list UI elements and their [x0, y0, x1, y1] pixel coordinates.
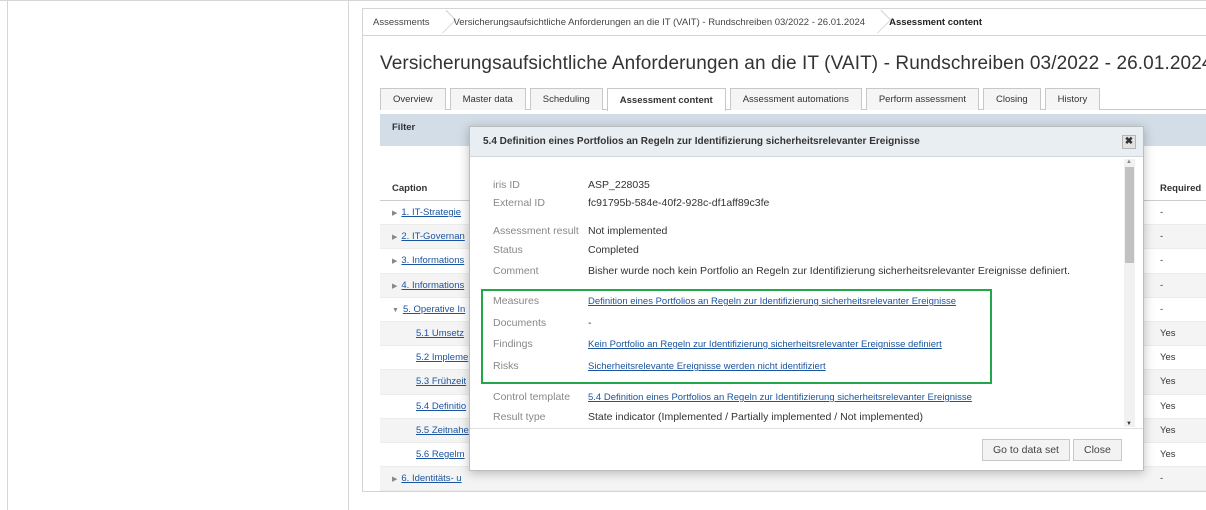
- row-required-value: -: [1160, 231, 1164, 243]
- page-title: Versicherungsaufsichtliche Anforderungen…: [380, 53, 1206, 74]
- control-template-link[interactable]: 5.4 Definition eines Portfolios an Regel…: [588, 392, 972, 403]
- field-value: fc91795b-584e-40f2-928c-df1aff89c3fe: [588, 197, 770, 209]
- row-required-value: -: [1160, 473, 1164, 485]
- filter-label: Filter: [392, 122, 416, 133]
- field-label: Status: [493, 244, 523, 256]
- tab-perform-assessment[interactable]: Perform assessment: [865, 88, 979, 110]
- row-required-value: Yes: [1160, 376, 1176, 388]
- close-button[interactable]: Close: [1073, 439, 1122, 461]
- row-caption-link[interactable]: ▼ 5. Operative In: [392, 304, 465, 315]
- row-caption-text: 6. Identitäts- u: [401, 473, 462, 485]
- tab-history[interactable]: History: [1044, 88, 1101, 110]
- row-caption-link[interactable]: ▶ 1. IT-Strategie: [392, 207, 461, 218]
- left-divider: [7, 0, 8, 510]
- row-required-value: Yes: [1160, 448, 1176, 460]
- triangle-down-icon[interactable]: ▼: [392, 307, 399, 314]
- tab-assessment-content[interactable]: Assessment content: [606, 88, 726, 111]
- row-caption-link[interactable]: 5.1 Umsetz: [416, 328, 464, 339]
- triangle-right-icon[interactable]: ▶: [392, 233, 397, 241]
- field-label: Result type: [493, 411, 546, 423]
- field-label: iris ID: [493, 179, 520, 191]
- field-value: Bisher wurde noch kein Portfolio an Rege…: [588, 265, 1071, 277]
- scroll-up-icon[interactable]: ▲: [1126, 159, 1132, 165]
- row-caption-link[interactable]: ▶ 6. Identitäts- u: [392, 473, 462, 484]
- field-value: Not implemented: [588, 225, 668, 237]
- triangle-right-icon[interactable]: ▶: [392, 475, 397, 483]
- breadcrumb-item-assessments[interactable]: Assessments: [363, 9, 444, 36]
- row-caption-text: 5.6 Regelm: [416, 448, 465, 460]
- field-label: Control template: [493, 391, 571, 403]
- triangle-right-icon[interactable]: ▶: [392, 282, 397, 290]
- row-caption-link[interactable]: ▶ 2. IT-Governan: [392, 231, 465, 242]
- row-caption-text: 5.5 Zeitnahe: [416, 424, 469, 436]
- row-required-value: Yes: [1160, 327, 1176, 339]
- row-caption-text: 2. IT-Governan: [401, 231, 465, 243]
- panel-divider: [348, 0, 349, 510]
- column-header-required[interactable]: Required: [1160, 183, 1201, 194]
- row-caption-link[interactable]: 5.2 Impleme: [416, 352, 468, 363]
- row-caption-text: 3. Informations: [401, 255, 465, 267]
- close-icon[interactable]: ✖: [1122, 135, 1136, 149]
- row-required-value: Yes: [1160, 400, 1176, 412]
- field-value: State indicator (Implemented / Partially…: [588, 411, 923, 423]
- row-required-value: -: [1160, 255, 1164, 267]
- row-caption-text: 5.2 Impleme: [416, 352, 469, 364]
- dialog-title: 5.4 Definition eines Portfolios an Regel…: [483, 136, 920, 147]
- highlight-box: [481, 289, 992, 384]
- tab-assessment-automations[interactable]: Assessment automations: [729, 88, 862, 110]
- scroll-down-icon[interactable]: ▼: [1126, 421, 1132, 427]
- row-caption-text: 5.3 Frühzeit: [416, 376, 467, 388]
- dialog-scrollbar[interactable]: ▲ ▼: [1124, 159, 1135, 427]
- outer-top-border: [0, 0, 1206, 1]
- row-required-value: Yes: [1160, 352, 1176, 364]
- row-required-value: -: [1160, 303, 1164, 315]
- row-required-value: -: [1160, 207, 1164, 218]
- row-caption-link[interactable]: 5.4 Definitio: [416, 401, 466, 412]
- go-to-data-set-button[interactable]: Go to data set: [982, 439, 1070, 461]
- row-caption-text: 4. Informations: [401, 279, 465, 291]
- row-caption-link[interactable]: 5.6 Regelm: [416, 449, 465, 460]
- row-caption-text: 5.1 Umsetz: [416, 327, 465, 339]
- tab-master-data[interactable]: Master data: [449, 88, 526, 110]
- dialog-header[interactable]: 5.4 Definition eines Portfolios an Regel…: [470, 127, 1143, 157]
- tab-bar: Overview Master data Scheduling Assessme…: [380, 88, 1206, 111]
- row-required-value: Yes: [1160, 424, 1176, 436]
- field-label: Assessment result: [493, 225, 579, 237]
- row-caption-link[interactable]: ▶ 3. Informations: [392, 255, 464, 266]
- field-label: External ID: [493, 197, 545, 209]
- breadcrumb-item-current: Assessment content: [889, 16, 982, 28]
- row-caption-link[interactable]: 5.5 Zeitnahe: [416, 425, 469, 436]
- breadcrumb-item-assessment[interactable]: Versicherungsaufsichtliche Anforderungen…: [444, 9, 880, 36]
- field-value: ASP_228035: [588, 179, 650, 191]
- tab-closing[interactable]: Closing: [982, 88, 1041, 110]
- triangle-right-icon[interactable]: ▶: [392, 257, 397, 265]
- field-label: Comment: [493, 265, 539, 277]
- row-caption-link[interactable]: 5.3 Frühzeit: [416, 376, 466, 387]
- row-caption-link[interactable]: ▶ 4. Informations: [392, 280, 464, 291]
- row-caption-text: 1. IT-Strategie: [401, 207, 462, 218]
- dialog-footer: Go to data set Close: [470, 428, 1143, 470]
- tab-overview[interactable]: Overview: [380, 88, 446, 110]
- tab-scheduling[interactable]: Scheduling: [529, 88, 603, 110]
- row-caption-text: 5.4 Definitio: [416, 400, 467, 412]
- column-header-caption[interactable]: Caption: [392, 183, 427, 194]
- row-caption-text: 5. Operative In: [402, 303, 466, 315]
- breadcrumb: Assessments Versicherungsaufsichtliche A…: [363, 9, 1206, 36]
- row-required-value: -: [1160, 279, 1164, 291]
- triangle-right-icon[interactable]: ▶: [392, 209, 397, 217]
- scroll-thumb[interactable]: [1125, 167, 1134, 263]
- field-value: Completed: [588, 244, 639, 256]
